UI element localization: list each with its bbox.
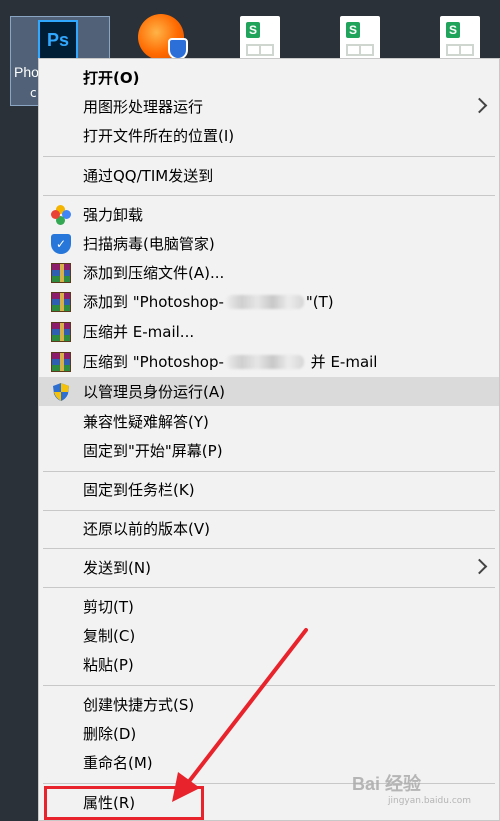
menu-item-add-to-named-archive[interactable]: 添加到 "Photoshop- "(T) bbox=[39, 287, 499, 316]
menu-separator bbox=[43, 783, 495, 784]
menu-item-label: 剪切(T) bbox=[83, 598, 134, 616]
menu-item-label: 还原以前的版本(V) bbox=[83, 520, 210, 538]
menu-item-label: 压缩并 E-mail... bbox=[83, 323, 195, 341]
menu-item-label: 兼容性疑难解答(Y) bbox=[83, 413, 209, 431]
photoshop-shortcut-label-line2: c bbox=[30, 86, 37, 100]
menu-item-compress-and-email[interactable]: 压缩并 E-mail... bbox=[39, 317, 499, 346]
menu-item-pin-to-start[interactable]: 固定到"开始"屏幕(P) bbox=[39, 436, 499, 465]
context-menu: 打开(O) 用图形处理器运行 打开文件所在的位置(I) 通过QQ/TIM发送到 … bbox=[38, 58, 500, 821]
submenu-arrow-icon bbox=[471, 97, 488, 114]
menu-item-label: 发送到(N) bbox=[83, 559, 151, 577]
menu-item-send-to[interactable]: 发送到(N) bbox=[39, 553, 499, 582]
spreadsheet-desktop-icon[interactable]: S bbox=[240, 16, 280, 62]
menu-item-label: 固定到"开始"屏幕(P) bbox=[83, 442, 223, 460]
winrar-icon bbox=[51, 322, 71, 342]
menu-item-paste[interactable]: 粘贴(P) bbox=[39, 650, 499, 679]
spreadsheet-icon: S bbox=[446, 22, 460, 38]
spreadsheet-desktop-icon[interactable]: S bbox=[340, 16, 380, 62]
menu-item-open[interactable]: 打开(O) bbox=[39, 63, 499, 92]
menu-item-label: 固定到任务栏(K) bbox=[83, 481, 195, 499]
menu-item-label: 用图形处理器运行 bbox=[83, 98, 204, 116]
menu-item-label: 以管理员身份运行(A) bbox=[83, 383, 225, 401]
menu-separator bbox=[43, 587, 495, 588]
menu-item-label: 粘贴(P) bbox=[83, 656, 134, 674]
menu-item-label: 添加到压缩文件(A)... bbox=[83, 264, 225, 282]
baidu-watermark: Bai 经验 bbox=[352, 774, 422, 794]
menu-separator bbox=[43, 510, 495, 511]
menu-item-label-suffix: 并 E-mail bbox=[310, 353, 378, 371]
menu-item-label: 打开(O) bbox=[83, 69, 140, 87]
menu-item-create-shortcut[interactable]: 创建快捷方式(S) bbox=[39, 690, 499, 719]
submenu-arrow-icon bbox=[471, 558, 488, 575]
menu-item-scan-virus[interactable]: ✓ 扫描病毒(电脑管家) bbox=[39, 229, 499, 258]
menu-item-send-via-qq-tim[interactable]: 通过QQ/TIM发送到 bbox=[39, 161, 499, 190]
menu-item-troubleshoot-compatibility[interactable]: 兼容性疑难解答(Y) bbox=[39, 407, 499, 436]
menu-item-restore-previous-versions[interactable]: 还原以前的版本(V) bbox=[39, 514, 499, 543]
menu-item-cut[interactable]: 剪切(T) bbox=[39, 592, 499, 621]
blurred-filename bbox=[225, 295, 304, 309]
photoshop-shortcut-label: Pho bbox=[14, 64, 39, 80]
spreadsheet-desktop-icon[interactable]: S bbox=[440, 16, 480, 62]
menu-item-label: 打开文件所在的位置(I) bbox=[83, 127, 235, 145]
menu-item-pin-to-taskbar[interactable]: 固定到任务栏(K) bbox=[39, 475, 499, 504]
menu-item-run-with-gpu[interactable]: 用图形处理器运行 bbox=[39, 92, 499, 121]
menu-item-copy[interactable]: 复制(C) bbox=[39, 621, 499, 650]
menu-separator bbox=[43, 685, 495, 686]
baidu-watermark-url: jingyan.baidu.com bbox=[388, 796, 472, 806]
menu-separator bbox=[43, 156, 495, 157]
menu-item-label: 扫描病毒(电脑管家) bbox=[83, 235, 215, 253]
menu-item-open-file-location[interactable]: 打开文件所在的位置(I) bbox=[39, 121, 499, 150]
menu-item-force-uninstall[interactable]: 强力卸载 bbox=[39, 200, 499, 229]
pc-manager-shield-icon: ✓ bbox=[51, 234, 71, 254]
spreadsheet-icon: S bbox=[346, 22, 360, 38]
menu-item-label-suffix: "(T) bbox=[305, 293, 334, 311]
menu-item-label: 删除(D) bbox=[83, 725, 137, 743]
menu-item-label: 重命名(M) bbox=[83, 754, 153, 772]
menu-item-label: 通过QQ/TIM发送到 bbox=[83, 167, 214, 185]
menu-item-delete[interactable]: 删除(D) bbox=[39, 719, 499, 748]
uninstall-flower-icon bbox=[51, 205, 71, 225]
menu-item-compress-to-named-and-email[interactable]: 压缩到 "Photoshop- 并 E-mail bbox=[39, 347, 499, 376]
menu-separator bbox=[43, 195, 495, 196]
menu-item-label: 创建快捷方式(S) bbox=[83, 696, 195, 714]
uac-shield-icon bbox=[53, 383, 69, 401]
menu-item-label: 复制(C) bbox=[83, 627, 136, 645]
winrar-icon bbox=[51, 352, 71, 372]
menu-item-rename[interactable]: 重命名(M) bbox=[39, 748, 499, 777]
menu-separator bbox=[43, 471, 495, 472]
menu-item-add-to-archive[interactable]: 添加到压缩文件(A)... bbox=[39, 258, 499, 287]
winrar-icon bbox=[51, 292, 71, 312]
menu-separator bbox=[43, 548, 495, 549]
properties-highlight-box bbox=[44, 786, 204, 820]
winrar-icon bbox=[51, 263, 71, 283]
menu-item-label: 压缩到 "Photoshop- bbox=[83, 353, 224, 371]
browser-desktop-icon[interactable] bbox=[138, 14, 188, 60]
blurred-filename bbox=[225, 355, 304, 369]
menu-item-label: 添加到 "Photoshop- bbox=[83, 293, 224, 311]
menu-item-label: 强力卸载 bbox=[83, 206, 144, 224]
menu-item-run-as-admin[interactable]: 以管理员身份运行(A) bbox=[39, 377, 499, 406]
spreadsheet-icon: S bbox=[246, 22, 260, 38]
photoshop-icon: Ps bbox=[38, 20, 78, 60]
